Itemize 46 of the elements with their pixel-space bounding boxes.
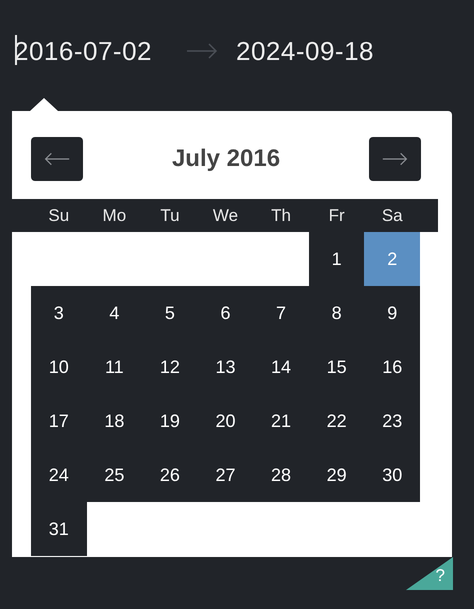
day-cell[interactable]: 30 <box>364 448 420 502</box>
month-title: July 2016 <box>172 144 280 174</box>
arrow-left-icon <box>44 152 70 166</box>
day-cell[interactable]: 21 <box>253 394 309 448</box>
date-input[interactable]: 2016-07-02 <box>14 32 162 70</box>
day-cell[interactable]: 12 <box>142 340 198 394</box>
weekday-label: Su <box>47 204 70 227</box>
day-cell[interactable]: 17 <box>31 394 87 448</box>
day-cell[interactable]: 5 <box>142 286 198 340</box>
day-cell[interactable]: 10 <box>31 340 87 394</box>
day-cell[interactable]: 29 <box>308 448 364 502</box>
day-cell[interactable]: 28 <box>253 448 309 502</box>
day-cell[interactable]: 19 <box>142 394 198 448</box>
day-cell[interactable]: 22 <box>308 394 364 448</box>
day-cell[interactable]: 26 <box>142 448 198 502</box>
weekday-label: Fr <box>328 204 346 227</box>
day-cell[interactable]: 7 <box>253 286 309 340</box>
day-cell[interactable]: 25 <box>86 448 142 502</box>
day-cell[interactable]: 31 <box>31 502 87 556</box>
text-cursor <box>15 34 16 64</box>
day-cell[interactable]: 16 <box>364 340 420 394</box>
day-cell[interactable]: 3 <box>31 286 87 340</box>
day-cell[interactable]: 13 <box>198 340 254 394</box>
day-cell[interactable]: 24 <box>31 448 87 502</box>
weekday-label: We <box>212 204 240 227</box>
weekday-label: Tu <box>159 204 181 227</box>
day-cell[interactable]: 1 <box>308 232 364 286</box>
previous-month-button[interactable] <box>31 137 83 181</box>
weekday-label: Th <box>270 204 292 227</box>
weekday-label: Mo <box>102 204 128 227</box>
arrow-right-icon <box>382 152 408 166</box>
day-cell[interactable]: 23 <box>364 394 420 448</box>
day-cell[interactable]: 11 <box>86 340 142 394</box>
day-cell[interactable]: 18 <box>86 394 142 448</box>
date-input[interactable]: 2024-09-18 <box>236 32 384 70</box>
day-cell[interactable]: 8 <box>308 286 364 340</box>
day-cell[interactable]: 27 <box>198 448 254 502</box>
weekday-label: Sa <box>380 204 404 227</box>
day-cell[interactable]: 4 <box>86 286 142 340</box>
day-cell[interactable]: 14 <box>253 340 309 394</box>
arrow-icon <box>186 43 218 59</box>
day-cell[interactable]: 6 <box>198 286 254 340</box>
day-cell[interactable]: 9 <box>364 286 420 340</box>
next-month-button[interactable] <box>369 137 421 181</box>
day-cell[interactable]: 15 <box>308 340 364 394</box>
day-cell[interactable]: 20 <box>198 394 254 448</box>
